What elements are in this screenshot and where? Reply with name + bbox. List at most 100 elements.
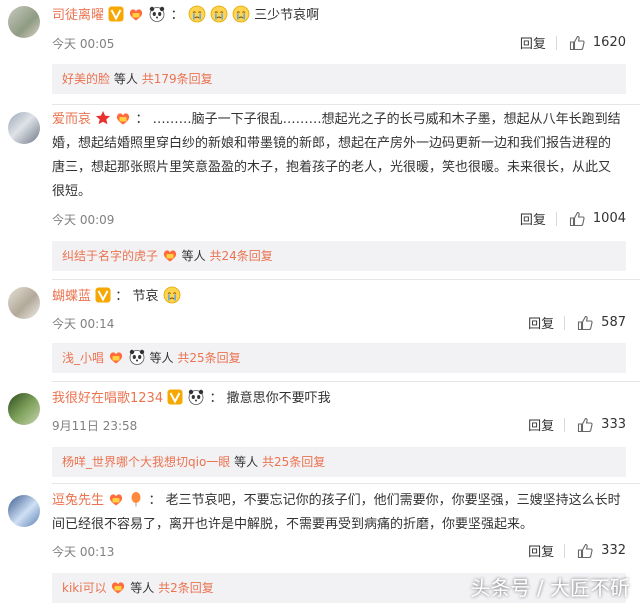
- panda-emoji-icon: [187, 388, 205, 406]
- fan-badge-icon: [162, 247, 178, 263]
- username-link[interactable]: 我很好在唱歌1234: [52, 391, 163, 406]
- reply-count-link[interactable]: 共25条回复: [262, 455, 325, 469]
- reply-user-link[interactable]: 杨咩_世界哪个大我想切qio一眼: [62, 455, 230, 469]
- comment-actions: 回复 332: [528, 541, 626, 560]
- reply-summary-text: 等人: [181, 249, 206, 263]
- comment-text: 节哀: [132, 289, 159, 304]
- reply-count-link[interactable]: 共25条回复: [177, 351, 240, 365]
- action-divider: [555, 211, 557, 226]
- reply-summary-text: 等人: [234, 455, 259, 469]
- reply-summary-text: 等人: [113, 72, 138, 86]
- comment-body: 司徒离曜 ： 三少节哀啊: [52, 4, 630, 28]
- comment-text: 三少节哀啊: [254, 8, 320, 23]
- reply-summary-box[interactable]: 杨咩_世界哪个大我想切qio一眼 等人 共25条回复: [52, 447, 626, 477]
- reply-button[interactable]: 回复: [528, 415, 554, 434]
- comment-text-line: 婚，想起结婚照里穿白纱的新娘和带墨镜的新郎，想起在产房外一边码更新一边和我们报告…: [52, 136, 612, 151]
- comment-text: 撒意思你不要吓我: [226, 391, 331, 406]
- reply-button[interactable]: 回复: [528, 541, 554, 560]
- like-count[interactable]: 333: [601, 417, 626, 432]
- crying-emoji-icon: [210, 5, 228, 23]
- like-thumb-icon[interactable]: [569, 35, 585, 51]
- comment-text-line: 唐三，想起那张照片里笑意盈盈的木子，抱着孩子的老人，光很暖，笑也很暖。未来很长，…: [52, 160, 612, 175]
- username-link[interactable]: 司徒离曜: [52, 8, 104, 23]
- star-badge-icon: [95, 110, 111, 126]
- balloon-badge-icon: [128, 491, 144, 507]
- comment-actions: 回复 333: [528, 415, 626, 434]
- comment-time: 今天 00:14: [52, 317, 115, 331]
- comment-text-line: 很短。: [52, 184, 92, 199]
- comment-divider: [52, 279, 640, 280]
- comment-separator: ：: [115, 289, 129, 304]
- reply-summary-text: 等人: [130, 581, 155, 595]
- reply-user-link[interactable]: kiki可以: [62, 581, 107, 595]
- avatar[interactable]: [8, 112, 40, 144]
- avatar[interactable]: [8, 393, 40, 425]
- reply-user-link[interactable]: 好美的脸: [62, 72, 110, 86]
- username-link[interactable]: 爱而哀: [52, 112, 91, 127]
- like-count[interactable]: 587: [601, 315, 626, 330]
- comment-time: 9月11日 23:58: [52, 419, 138, 433]
- verified-badge-icon: [95, 287, 111, 303]
- comment-divider: [52, 381, 640, 382]
- comment-divider: [52, 483, 640, 484]
- comment-actions: 回复 587: [528, 313, 626, 332]
- reply-summary-text: 等人: [149, 351, 174, 365]
- comment-time: 今天 00:13: [52, 545, 115, 559]
- reply-summary-box[interactable]: 浅_小唱 等人 共25条回复: [52, 343, 626, 373]
- comment-actions: 回复 1620: [520, 33, 626, 52]
- comment-separator: ：: [135, 112, 149, 127]
- reply-user-link[interactable]: 纠结于名字的虎子: [62, 249, 158, 263]
- action-divider: [555, 35, 557, 50]
- fan-badge-icon: [108, 349, 124, 365]
- like-count[interactable]: 1004: [593, 211, 626, 226]
- reply-user-link[interactable]: 浅_小唱: [62, 351, 104, 365]
- crying-emoji-icon: [188, 5, 206, 23]
- reply-button[interactable]: 回复: [520, 33, 546, 52]
- panda-emoji-icon: [148, 5, 166, 23]
- comment-body: 蝴蝶蓝 ： 节哀: [52, 285, 630, 309]
- reply-button[interactable]: 回复: [520, 209, 546, 228]
- reply-count-link[interactable]: 共24条回复: [210, 249, 273, 263]
- crying-emoji-icon: [232, 5, 250, 23]
- watermark: 头条号 / 大匠不斫: [470, 576, 630, 600]
- reply-count-link[interactable]: 共2条回复: [158, 581, 214, 595]
- reply-summary-box[interactable]: 纠结于名字的虎子 等人 共24条回复: [52, 241, 626, 271]
- fan-badge-icon: [115, 110, 131, 126]
- like-thumb-icon[interactable]: [577, 543, 593, 559]
- like-count[interactable]: 1620: [593, 35, 626, 50]
- comment-text-line: 间已经很不容易了，离开也许是中解脱，不需要再受到病痛的折磨，你要坚强起来。: [52, 517, 534, 532]
- username-link[interactable]: 蝴蝶蓝: [52, 289, 91, 304]
- like-thumb-icon[interactable]: [577, 315, 593, 331]
- comment-separator: ：: [209, 391, 223, 406]
- verified-badge-icon: [108, 6, 124, 22]
- comment-separator: ：: [170, 8, 184, 23]
- comment-text-line: ………脑子一下子很乱………想起光之子的长弓威和木子墨，想起从八年长跑到结: [152, 112, 621, 127]
- fan-badge-icon: [110, 579, 126, 595]
- action-divider: [564, 543, 566, 558]
- comment-body: 爱而哀 ： ………脑子一下子很乱………想起光之子的长弓威和木子墨，想起从八年长跑…: [52, 108, 630, 132]
- action-divider: [564, 417, 566, 432]
- comment-body: 我很好在唱歌1234 ： 撒意思你不要吓我: [52, 387, 630, 411]
- username-link[interactable]: 逗兔先生: [52, 493, 104, 508]
- avatar[interactable]: [8, 287, 40, 319]
- like-count[interactable]: 332: [601, 543, 626, 558]
- comment-time: 今天 00:09: [52, 213, 115, 227]
- like-thumb-icon[interactable]: [569, 211, 585, 227]
- comment-text-line: 老三节哀吧，不要忘记你的孩子们，他们需要你，你要坚强，三嫂坚持这么长时: [165, 493, 621, 508]
- reply-button[interactable]: 回复: [528, 313, 554, 332]
- panda-emoji-icon: [128, 348, 146, 366]
- action-divider: [564, 315, 566, 330]
- fan-badge-icon: [108, 491, 124, 507]
- fan-badge-icon: [128, 6, 144, 22]
- comment-divider: [52, 104, 640, 105]
- reply-count-link[interactable]: 共179条回复: [142, 72, 213, 86]
- avatar[interactable]: [8, 6, 40, 38]
- comment-body: 逗兔先生 ： 老三节哀吧，不要忘记你的孩子们，他们需要你，你要坚强，三嫂坚持这么…: [52, 489, 630, 513]
- avatar[interactable]: [8, 495, 40, 527]
- like-thumb-icon[interactable]: [577, 417, 593, 433]
- comment-time: 今天 00:05: [52, 37, 115, 51]
- reply-summary-box[interactable]: 好美的脸 等人 共179条回复: [52, 64, 626, 94]
- comment-separator: ：: [148, 493, 162, 508]
- verified-badge-icon: [167, 389, 183, 405]
- comment-actions: 回复 1004: [520, 209, 626, 228]
